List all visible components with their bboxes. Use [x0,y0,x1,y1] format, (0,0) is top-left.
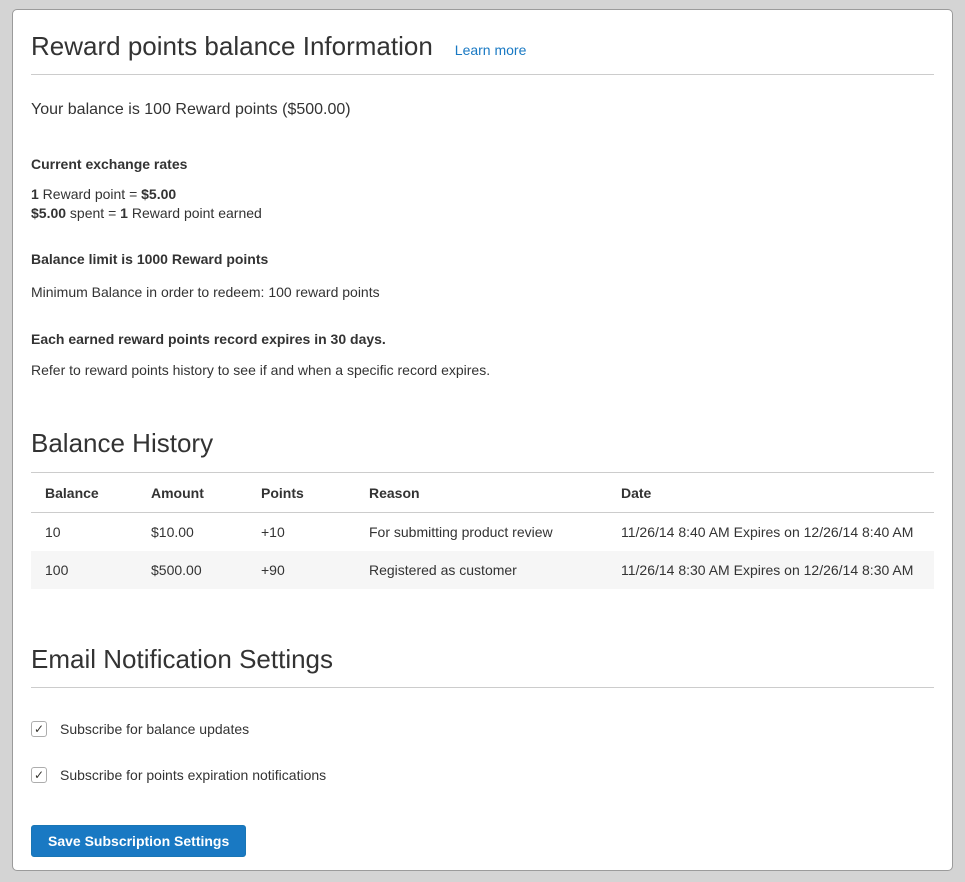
page-title: Reward points balance Information [31,31,433,62]
table-cell: +10 [261,513,369,552]
balance-history-table: BalanceAmountPointsReasonDate 10$10.00+1… [31,472,934,589]
notification-option: ✓ Subscribe for balance updates [31,721,934,737]
notification-option: ✓ Subscribe for points expiration notific… [31,767,934,783]
balance-limit-note: Balance limit is 1000 Reward points [31,251,934,267]
table-cell: $500.00 [151,551,261,589]
page-header: Reward points balance Information Learn … [31,10,934,75]
table-cell: 11/26/14 8:40 AM Expires on 12/26/14 8:4… [621,513,934,552]
subscribe-checkbox[interactable]: ✓ [31,767,47,783]
exchange-rate-lines: 1 Reward point = $5.00$5.00 spent = 1 Re… [31,185,934,223]
email-notification-heading: Email Notification Settings [31,644,934,675]
minimum-redeem-note: Minimum Balance in order to redeem: 100 … [31,284,934,300]
column-header: Date [621,473,934,513]
column-header: Balance [31,473,151,513]
balance-summary: Your balance is 100 Reward points ($500.… [31,101,934,119]
notification-options: ✓ Subscribe for balance updates ✓ Subscribe… [31,721,934,783]
table-cell: 100 [31,551,151,589]
table-cell: +90 [261,551,369,589]
exchange-rates-heading: Current exchange rates [31,156,934,172]
column-header: Amount [151,473,261,513]
expiration-note: Each earned reward points record expires… [31,331,934,347]
email-notification-header: Email Notification Settings [31,644,934,688]
table-cell: For submitting product review [369,513,621,552]
subscribe-checkbox-label: Subscribe for balance updates [60,721,249,737]
table-cell: 10 [31,513,151,552]
column-header: Reason [369,473,621,513]
save-subscription-button[interactable]: Save Subscription Settings [31,825,246,857]
column-header: Points [261,473,369,513]
table-row: 100$500.00+90Registered as customer11/26… [31,551,934,589]
learn-more-link[interactable]: Learn more [455,42,527,58]
balance-history-heading: Balance History [31,428,934,459]
exchange-rate-line: 1 Reward point = $5.00 [31,185,934,204]
expiration-detail: Refer to reward points history to see if… [31,362,934,378]
table-row: 10$10.00+10For submitting product review… [31,513,934,552]
reward-points-panel: Reward points balance Information Learn … [12,9,953,871]
subscribe-checkbox-label: Subscribe for points expiration notifica… [60,767,326,783]
table-cell: 11/26/14 8:30 AM Expires on 12/26/14 8:3… [621,551,934,589]
table-cell: $10.00 [151,513,261,552]
exchange-rate-line: $5.00 spent = 1 Reward point earned [31,204,934,223]
table-cell: Registered as customer [369,551,621,589]
subscribe-checkbox[interactable]: ✓ [31,721,47,737]
table-body: 10$10.00+10For submitting product review… [31,513,934,590]
table-header-row: BalanceAmountPointsReasonDate [31,473,934,513]
